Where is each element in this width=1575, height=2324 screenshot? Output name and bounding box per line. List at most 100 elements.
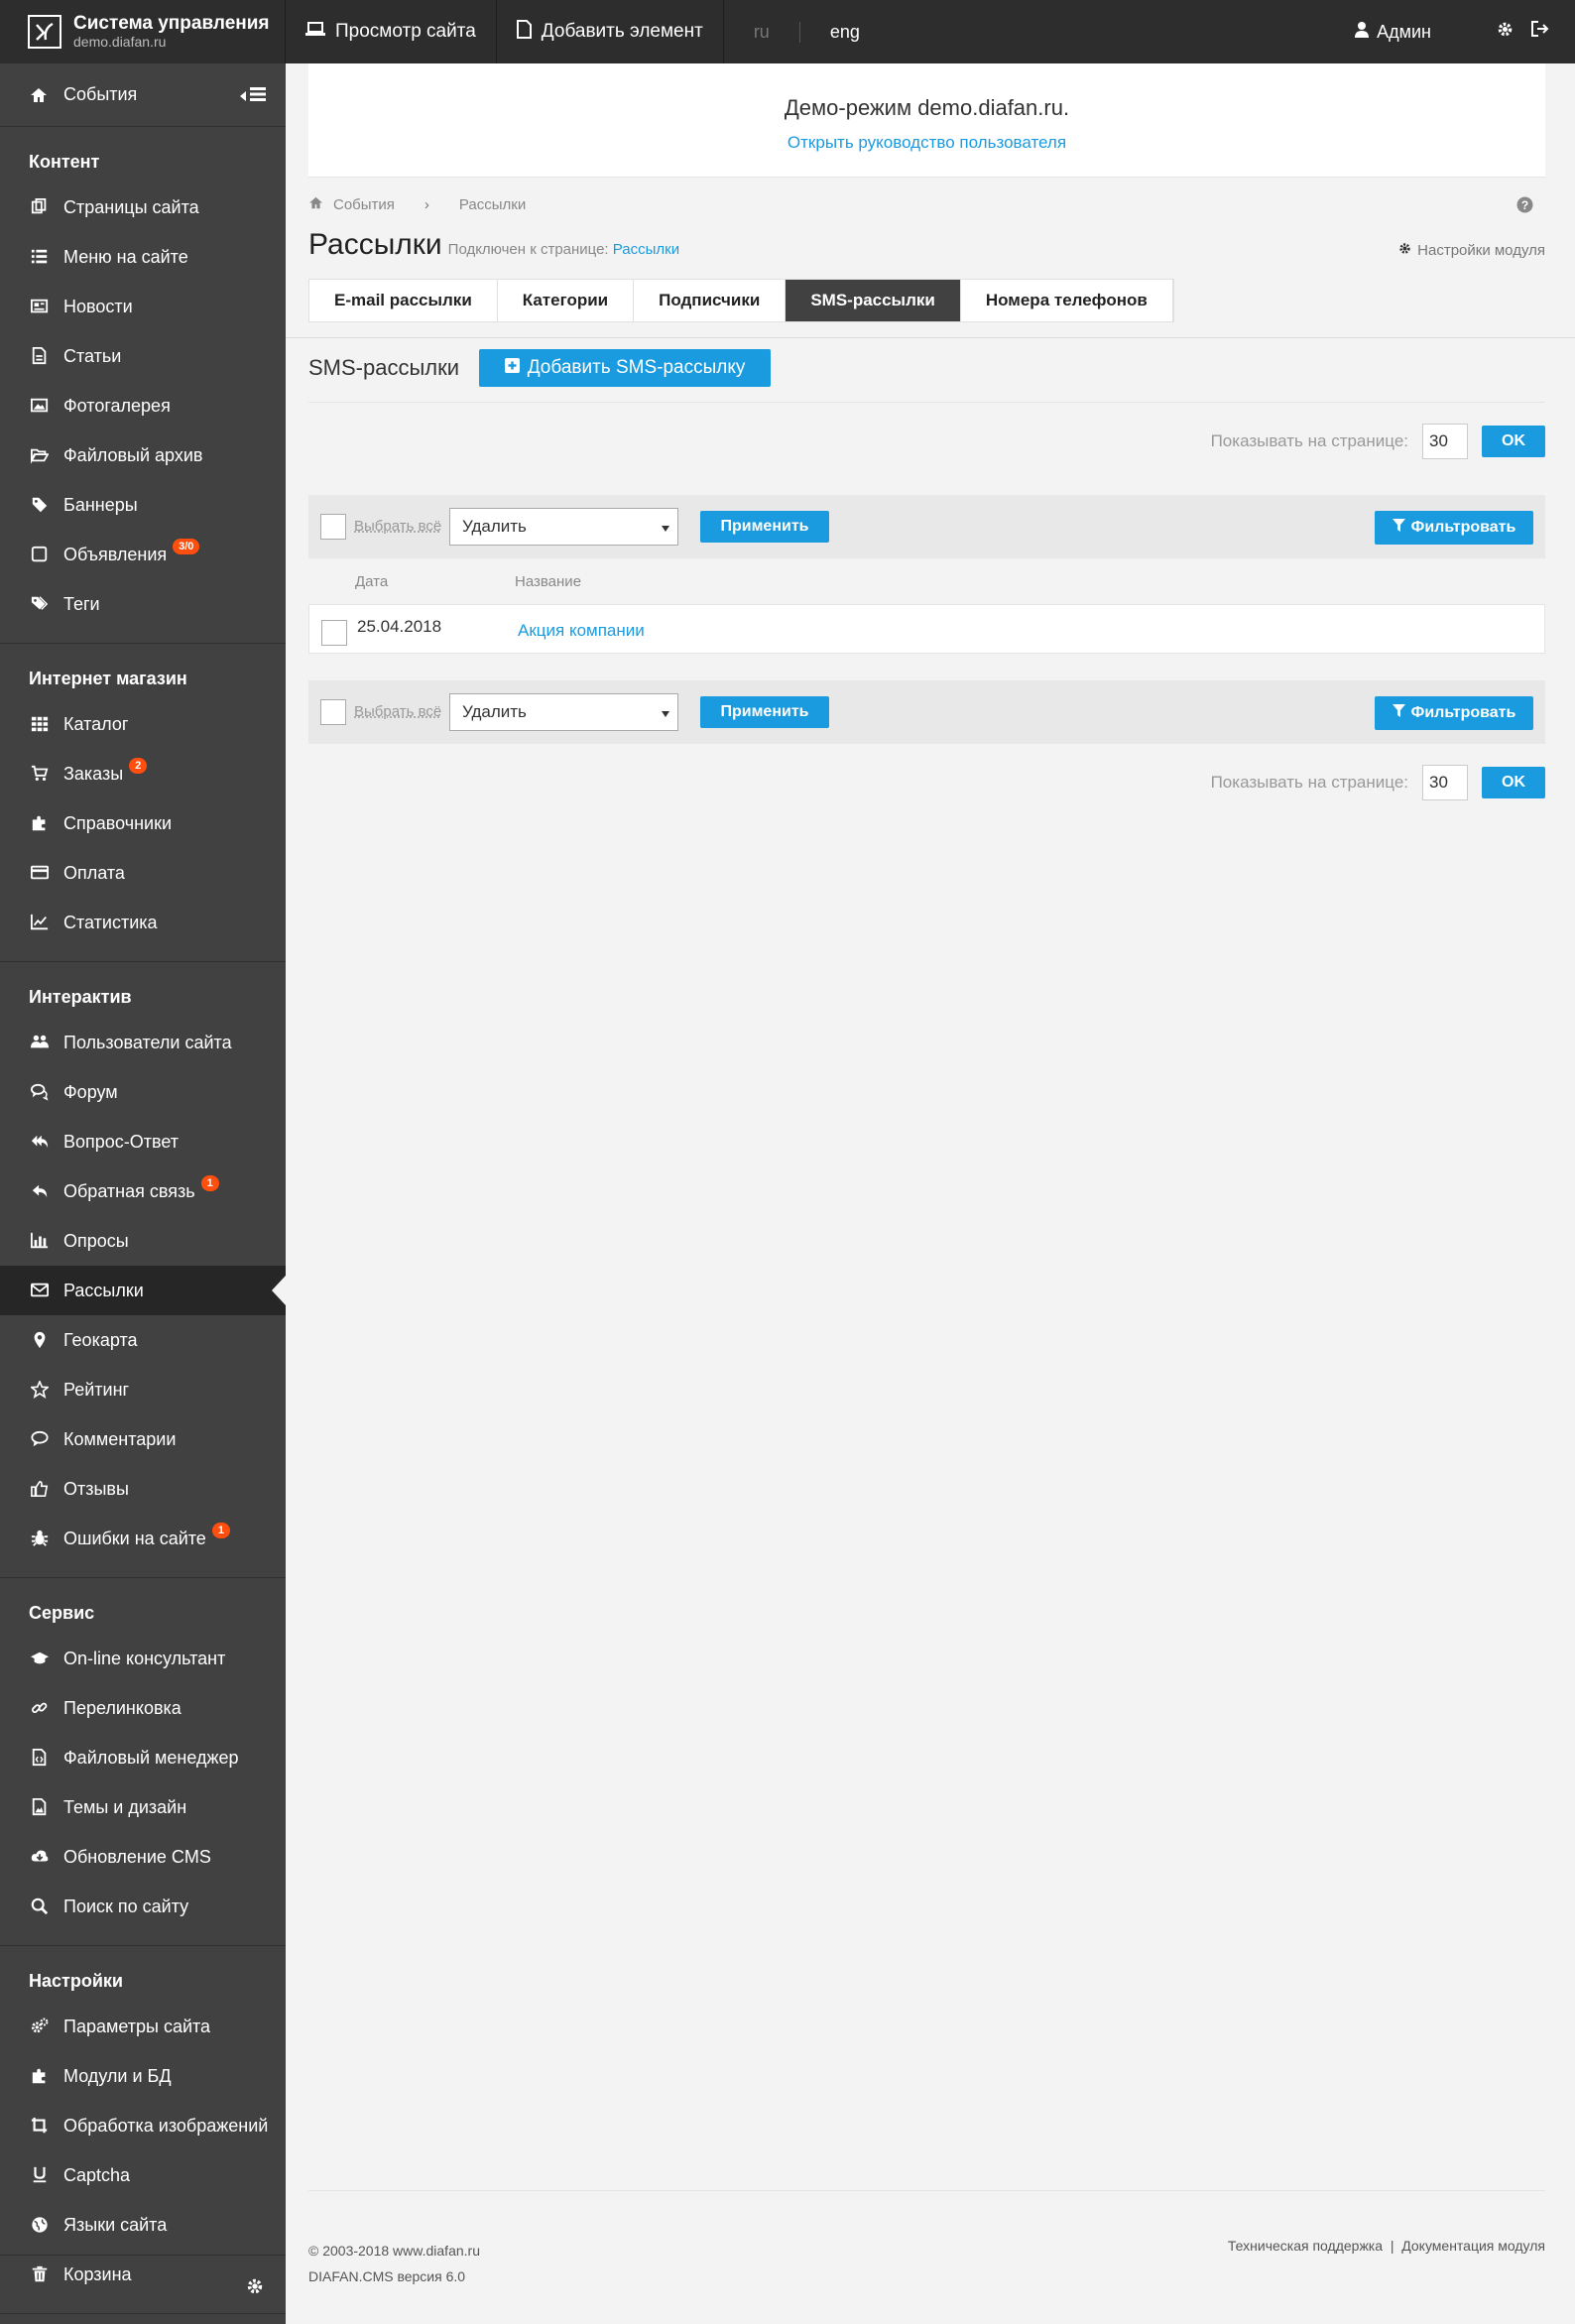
tag-icon xyxy=(30,496,50,514)
row-name-link[interactable]: Акция компании xyxy=(518,621,645,641)
collapse-sidebar-button[interactable] xyxy=(240,85,266,106)
link-icon xyxy=(30,1699,50,1717)
apply-button[interactable]: Применить xyxy=(700,511,829,543)
sidebar-item[interactable]: Баннеры xyxy=(0,480,286,530)
support-link[interactable]: Техническая поддержка xyxy=(1228,2238,1383,2254)
sidebar-item[interactable]: Ошибки на сайте 1 xyxy=(0,1514,286,1563)
sidebar-section-title: Настройки xyxy=(29,1970,123,1991)
per-page-ok-button[interactable]: OK xyxy=(1482,426,1545,457)
cogs-icon xyxy=(30,2018,50,2035)
sidebar-item[interactable]: Файловый архив xyxy=(0,430,286,480)
tab[interactable]: SMS-рассылки xyxy=(786,280,961,321)
per-page-input[interactable] xyxy=(1422,424,1468,459)
sidebar-item[interactable]: On-line консультант xyxy=(0,1634,286,1683)
user-menu[interactable]: Админ xyxy=(1355,21,1431,43)
lang-eng[interactable]: eng xyxy=(800,22,890,43)
add-sms-button[interactable]: Добавить SMS-рассылку xyxy=(479,349,772,387)
logout-icon[interactable] xyxy=(1531,21,1549,43)
add-element-button[interactable]: Добавить элемент xyxy=(497,0,724,63)
sidebar-item[interactable]: Фотогалерея xyxy=(0,381,286,430)
sidebar-item[interactable]: Отзывы xyxy=(0,1464,286,1514)
tab[interactable]: Номера телефонов xyxy=(961,280,1173,321)
sidebar-item[interactable]: Темы и дизайн xyxy=(0,1782,286,1832)
lang-ru[interactable]: ru xyxy=(724,21,800,43)
sidebar-item[interactable]: Новости xyxy=(0,282,286,331)
sidebar-item[interactable]: Страницы сайта xyxy=(0,183,286,232)
sidebar-item[interactable]: Модули и БД xyxy=(0,2051,286,2101)
docs-link[interactable]: Документация модуля xyxy=(1401,2238,1545,2254)
cart-icon xyxy=(30,765,50,783)
sidebar-item[interactable]: Captcha xyxy=(0,2150,286,2200)
per-page-input[interactable] xyxy=(1422,765,1468,800)
user-icon xyxy=(1355,21,1370,43)
grid-icon xyxy=(30,715,50,733)
sidebar-item[interactable]: Форум xyxy=(0,1067,286,1117)
tags-icon xyxy=(30,595,50,613)
view-site-button[interactable]: Просмотр сайта xyxy=(286,0,497,63)
sidebar-item[interactable]: Обработка изображений xyxy=(0,2101,286,2150)
sidebar-item[interactable]: Рейтинг xyxy=(0,1365,286,1414)
sidebar-item[interactable]: Объявления 3/0 xyxy=(0,530,286,579)
settings-gear-icon[interactable] xyxy=(246,2277,264,2300)
add-sms-label: Добавить SMS-рассылку xyxy=(527,357,746,378)
per-page-ok-button[interactable]: OK xyxy=(1482,767,1545,798)
sidebar-item[interactable]: Пользователи сайта xyxy=(0,1018,286,1067)
sidebar-item[interactable]: Каталог xyxy=(0,699,286,749)
sidebar-item[interactable]: Статьи xyxy=(0,331,286,381)
sidebar-item[interactable]: Рассылки xyxy=(0,1266,286,1315)
apply-button[interactable]: Применить xyxy=(700,696,829,728)
tab[interactable]: Подписчики xyxy=(634,280,787,321)
sidebar-item[interactable]: Перелинковка xyxy=(0,1683,286,1733)
sidebar-item[interactable]: Языки сайта xyxy=(0,2200,286,2250)
sidebar-item[interactable]: Заказы 2 xyxy=(0,749,286,798)
action-select[interactable]: Удалить xyxy=(449,693,678,731)
user-guide-link[interactable]: Открыть руководство пользователя xyxy=(308,133,1545,153)
sidebar-item[interactable]: Комментарии xyxy=(0,1414,286,1464)
select-all-checkbox[interactable] xyxy=(320,699,346,725)
module-settings-link[interactable]: Настройки модуля xyxy=(1398,242,1545,259)
notification-badge: 2 xyxy=(129,758,148,774)
sidebar-item[interactable]: Меню на сайте xyxy=(0,232,286,282)
sidebar-item[interactable]: Геокарта xyxy=(0,1315,286,1365)
attached-page: Подключен к странице: Рассылки xyxy=(448,241,679,258)
sidebar-item[interactable]: Обновление CMS xyxy=(0,1832,286,1882)
sidebar-item[interactable]: Справочники xyxy=(0,798,286,848)
sidebar-item[interactable]: Теги xyxy=(0,579,286,629)
sidebar-item[interactable]: Статистика xyxy=(0,898,286,947)
sidebar-item-label: Языки сайта xyxy=(63,2214,168,2235)
sidebar-item-label: Поиск по сайту xyxy=(63,1896,189,1916)
select-all-checkbox[interactable] xyxy=(320,514,346,540)
sidebar-item[interactable]: Параметры сайта xyxy=(0,2002,286,2051)
sidebar-item[interactable]: Файловый менеджер xyxy=(0,1733,286,1782)
envelope-icon xyxy=(30,1282,50,1299)
home-icon xyxy=(30,87,50,103)
sidebar-item-label: Статистика xyxy=(63,912,158,932)
per-page-top: Показывать на странице: OK xyxy=(1211,424,1545,459)
gear-icon[interactable] xyxy=(1497,21,1514,43)
filter-button[interactable]: Фильтровать xyxy=(1375,696,1533,730)
sidebar-item[interactable]: Поиск по сайту xyxy=(0,1882,286,1931)
sidebar-item[interactable]: Обратная связь 1 xyxy=(0,1166,286,1216)
user-name: Админ xyxy=(1377,21,1431,42)
sidebar-item[interactable]: Оплата xyxy=(0,848,286,898)
select-all-link[interactable]: Выбрать всё xyxy=(354,518,441,535)
tab[interactable]: E-mail рассылки xyxy=(309,280,498,321)
select-all-link[interactable]: Выбрать всё xyxy=(354,703,441,720)
sidebar-item-events[interactable]: События xyxy=(0,63,286,127)
breadcrumb-home[interactable]: События xyxy=(333,196,395,213)
action-select[interactable]: Удалить xyxy=(449,508,678,546)
sidebar-item-label: Статьи xyxy=(63,345,122,366)
row-checkbox[interactable] xyxy=(321,620,347,646)
filter-label: Фильтровать xyxy=(1410,519,1516,536)
sidebar-section: Контент Страницы сайта Меню на сайте Новост… xyxy=(0,127,286,644)
per-page-label: Показывать на странице: xyxy=(1210,431,1408,450)
brand[interactable]: Система управления demo.diafan.ru xyxy=(0,0,286,63)
filter-icon xyxy=(1392,704,1405,722)
tab[interactable]: Категории xyxy=(498,280,635,321)
sidebar-item[interactable]: Вопрос-Ответ xyxy=(0,1117,286,1166)
help-icon[interactable]: ? xyxy=(1516,196,1533,218)
sidebar-item-label: Пользователи сайта xyxy=(63,1032,232,1052)
attached-page-link[interactable]: Рассылки xyxy=(613,241,679,258)
filter-button[interactable]: Фильтровать xyxy=(1375,511,1533,545)
sidebar-item[interactable]: Опросы xyxy=(0,1216,286,1266)
